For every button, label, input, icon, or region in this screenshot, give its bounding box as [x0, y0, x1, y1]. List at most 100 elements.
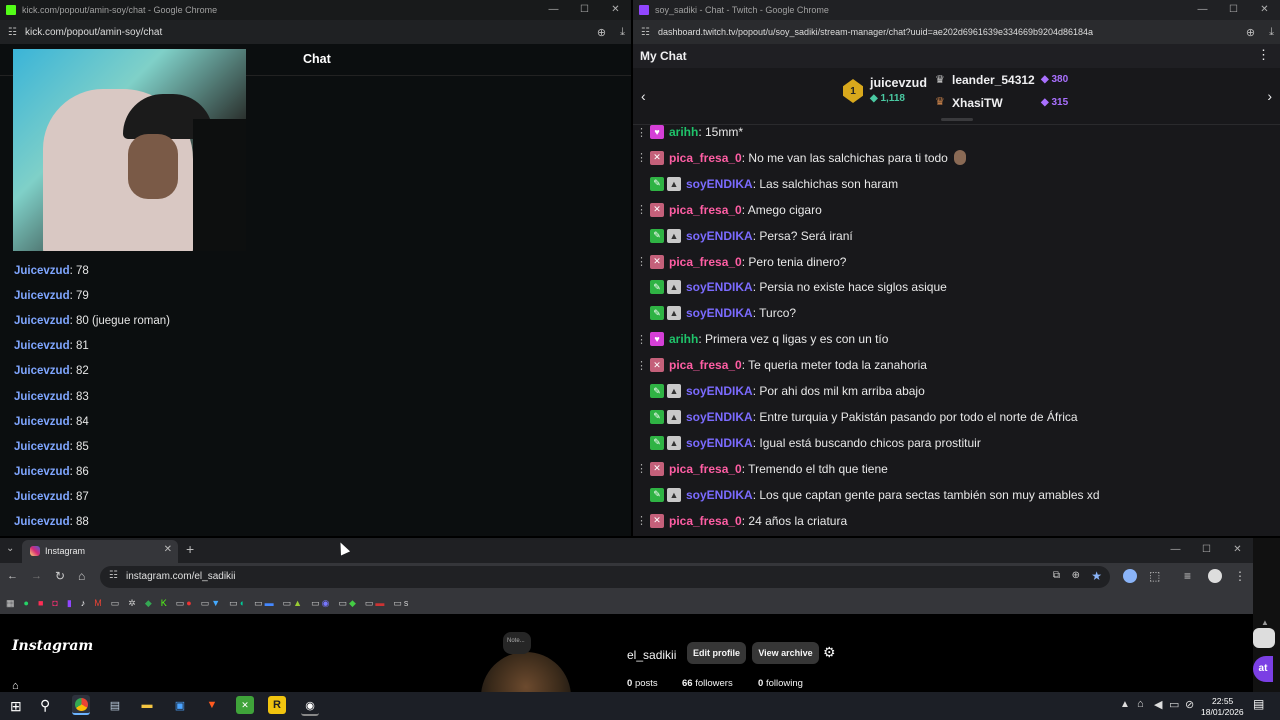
chat-username[interactable]: Juicevzud	[14, 290, 70, 302]
moderator-badge-icon[interactable]: ✎	[650, 384, 664, 398]
third-place-name[interactable]: XhasiTW	[952, 96, 1003, 110]
extensions-icon[interactable]: ⬚	[1149, 569, 1160, 583]
gmail-bookmark-icon[interactable]: M	[94, 598, 102, 608]
chat-username[interactable]: pica_fresa_0	[669, 358, 742, 372]
chat-username[interactable]: pica_fresa_0	[669, 514, 742, 528]
message-actions-icon[interactable]: ⋮	[636, 514, 647, 527]
back-icon[interactable]: ←	[7, 570, 18, 582]
vip-badge-icon[interactable]: ▲	[667, 280, 681, 295]
profile-picture[interactable]	[481, 652, 571, 692]
message-actions-icon[interactable]: ⋮	[636, 151, 647, 164]
download-icon[interactable]: ⤓	[620, 26, 625, 39]
broadcaster-badge-icon[interactable]: ✕	[650, 254, 664, 269]
instagram-address-bar[interactable]: ☷ instagram.com/el_sadikii ⧉ ⊕ ★	[100, 566, 1110, 588]
following-stat[interactable]: 0 following	[758, 678, 803, 689]
zoom-icon[interactable]: ⊕	[597, 26, 606, 39]
language-icon[interactable]: ⊘	[1185, 698, 1194, 711]
minimize-button[interactable]: —	[538, 0, 569, 20]
search-icon[interactable]: ⚲	[40, 697, 50, 714]
more-options-icon[interactable]: ⋮	[1257, 47, 1270, 63]
chevron-right-icon[interactable]: ›	[1267, 88, 1272, 104]
chat-username[interactable]: Juicevzud	[14, 491, 70, 503]
vip-badge-icon[interactable]: ▲	[667, 228, 681, 243]
chat-username[interactable]: soyENDIKA	[686, 436, 753, 450]
moderator-badge-icon[interactable]: ✎	[650, 306, 664, 321]
message-actions-icon[interactable]: ⋮	[636, 462, 647, 475]
moderator-badge-icon[interactable]: ✎	[650, 487, 664, 502]
message-actions-icon[interactable]: ⋮	[636, 203, 647, 216]
subscriber-badge-icon[interactable]: ♥	[650, 332, 664, 347]
maximize-button[interactable]: ☐	[569, 0, 600, 20]
site-info-icon[interactable]: ☷	[641, 27, 650, 38]
site-info-icon[interactable]: ☷	[109, 570, 118, 581]
chat-username[interactable]: Juicevzud	[14, 416, 70, 428]
kick-bookmark-icon[interactable]: K	[161, 598, 167, 608]
tray-chevron-icon[interactable]: ▲	[1120, 699, 1130, 710]
youtube-bookmark-icon[interactable]: ■	[38, 598, 43, 608]
folder-icon[interactable]: ▭ ▬	[365, 598, 385, 609]
close-button[interactable]: ✕	[1249, 0, 1280, 20]
twitch-address-bar[interactable]: ☷ dashboard.twitch.tv/popout/u/soy_sadik…	[633, 20, 1280, 44]
minimize-button[interactable]: —	[1160, 540, 1191, 560]
new-tab-icon[interactable]: +	[186, 541, 194, 557]
instagram-bookmark-icon[interactable]: ◘	[52, 598, 57, 608]
clock-date[interactable]: 18/01/2026	[1201, 707, 1244, 717]
message-actions-icon[interactable]: ⋮	[636, 359, 647, 372]
folder-icon[interactable]: ▭ s	[393, 598, 408, 609]
edit-profile-button[interactable]: Edit profile	[687, 642, 746, 664]
zoom-icon[interactable]: ⊕	[1246, 26, 1255, 39]
vip-badge-icon[interactable]: ▲	[667, 487, 681, 502]
media-controls-icon[interactable]: ≡	[1184, 569, 1191, 583]
vip-badge-icon[interactable]: ▲	[667, 306, 681, 321]
broadcaster-badge-icon[interactable]: ✕	[650, 150, 664, 165]
chat-username[interactable]: soyENDIKA	[686, 229, 753, 243]
tiktok-bookmark-icon[interactable]: ♪	[81, 598, 86, 608]
chat-username[interactable]: pica_fresa_0	[669, 151, 742, 165]
vip-badge-icon[interactable]: ▲	[667, 435, 681, 450]
chatgpt-bookmark-icon[interactable]: ✲	[128, 598, 136, 609]
chat-username[interactable]: Juicevzud	[14, 265, 70, 277]
folder-icon[interactable]: ▭ ●	[176, 598, 192, 609]
kick-address-bar[interactable]: ☷ kick.com/popout/amin-soy/chat ⊕ ⤓	[0, 20, 631, 44]
message-actions-icon[interactable]: ⋮	[636, 126, 647, 139]
chat-username[interactable]: Juicevzud	[14, 391, 70, 403]
instagram-logo[interactable]: Instagram	[12, 638, 93, 654]
messages-fab[interactable]: at	[1253, 656, 1273, 682]
moderator-badge-icon[interactable]: ✎	[650, 280, 664, 295]
battery-icon[interactable]: ▭	[1169, 698, 1179, 711]
chat-username[interactable]: Juicevzud	[14, 516, 70, 528]
app-taskbar-icon[interactable]: ▤	[106, 696, 124, 714]
reload-icon[interactable]: ↻	[55, 569, 65, 583]
clock-time[interactable]: 22:55	[1212, 696, 1233, 706]
minimize-button[interactable]: —	[1187, 0, 1218, 20]
zoom-icon[interactable]: ⊕	[1072, 570, 1080, 581]
maximize-button[interactable]: ☐	[1191, 540, 1222, 560]
chat-username[interactable]: Juicevzud	[14, 441, 70, 453]
chat-username[interactable]: soyENDIKA	[686, 488, 753, 502]
second-place-name[interactable]: leander_54312	[952, 73, 1035, 87]
tab-search-icon[interactable]: ⌄	[6, 543, 14, 554]
chat-username[interactable]: arihh	[669, 125, 698, 139]
apps-grid-icon[interactable]: ▦	[6, 598, 15, 609]
r-app-icon[interactable]: R	[268, 696, 286, 714]
folder-icon[interactable]: ▭ ▲	[283, 598, 302, 609]
google-lens-icon[interactable]	[1123, 569, 1137, 583]
close-button[interactable]: ✕	[1222, 540, 1253, 560]
first-place-name[interactable]: juicevzud	[870, 76, 927, 90]
forward-icon[interactable]: →	[31, 570, 42, 582]
network-icon[interactable]: ⌂	[1137, 698, 1144, 710]
moderator-badge-icon[interactable]: ✎	[650, 435, 664, 450]
settings-gear-icon[interactable]: ⚙	[823, 644, 836, 661]
broadcaster-badge-icon[interactable]: ✕	[650, 202, 664, 217]
chat-username[interactable]: Juicevzud	[14, 340, 70, 352]
file-explorer-icon[interactable]: ▬	[138, 696, 156, 714]
vip-badge-icon[interactable]: ▲	[667, 176, 681, 191]
broadcaster-badge-icon[interactable]: ✕	[650, 461, 664, 476]
menu-icon[interactable]: ⋮	[1234, 569, 1246, 583]
store-icon[interactable]: ▣	[171, 696, 189, 714]
chat-username[interactable]: soyENDIKA	[686, 306, 753, 320]
chat-username[interactable]: Juicevzud	[14, 365, 70, 377]
instagram-url[interactable]: instagram.com/el_sadikii	[126, 571, 236, 582]
site-info-icon[interactable]: ☷	[8, 27, 17, 38]
chat-username[interactable]: arihh	[669, 332, 698, 346]
